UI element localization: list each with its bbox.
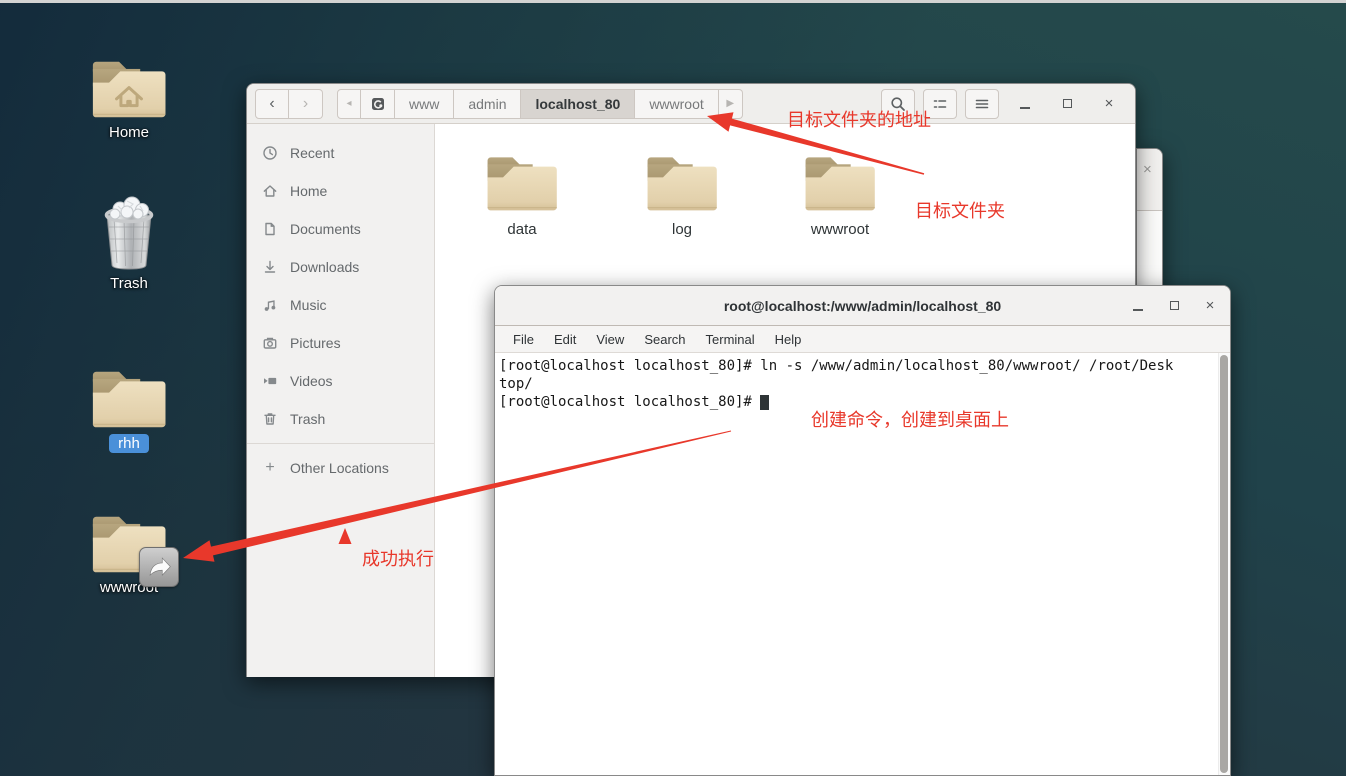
terminal-scrollbar[interactable] [1218, 353, 1230, 775]
folder-symlink-icon [89, 497, 169, 575]
files-window-controls: × [1017, 96, 1117, 112]
folder-icon [802, 150, 878, 213]
close-icon[interactable]: × [1101, 96, 1117, 112]
recent-icon [262, 145, 278, 161]
home-icon [262, 183, 278, 199]
trash-can-icon [262, 411, 278, 427]
terminal-line: [root@localhost localhost_80]# ln -s /ww… [499, 357, 1214, 375]
forward-button[interactable]: › [289, 89, 323, 119]
desktop-icon-wwwroot[interactable]: wwwroot [65, 497, 193, 596]
search-icon [890, 96, 906, 112]
sidebar-item-other-locations[interactable]: + Other Locations [247, 449, 434, 487]
minimize-icon[interactable] [1130, 298, 1146, 314]
breadcrumb-wwwroot[interactable]: wwwroot [635, 89, 718, 119]
document-icon [262, 221, 278, 237]
video-icon [262, 373, 278, 389]
terminal-title: root@localhost:/www/admin/localhost_80 [495, 298, 1230, 314]
hamburger-icon [974, 96, 990, 112]
sidebar-item-pictures[interactable]: Pictures [247, 324, 434, 362]
menu-search[interactable]: Search [634, 329, 695, 350]
menu-terminal[interactable]: Terminal [696, 329, 765, 350]
minimize-icon[interactable] [1017, 96, 1033, 112]
maximize-icon[interactable] [1059, 96, 1075, 112]
terminal-cursor [760, 395, 769, 410]
terminal-menubar: File Edit View Search Terminal Help [495, 326, 1230, 353]
terminal-titlebar[interactable]: root@localhost:/www/admin/localhost_80 × [495, 286, 1230, 326]
folder-icon [644, 150, 720, 213]
desktop-icon-rhh[interactable]: rhh [65, 352, 193, 453]
symlink-emblem-icon [139, 547, 179, 587]
history-nav: ‹ › [255, 89, 323, 119]
folder-item-log[interactable]: log [627, 150, 737, 238]
menu-edit[interactable]: Edit [544, 329, 586, 350]
menu-help[interactable]: Help [765, 329, 812, 350]
back-button[interactable]: ‹ [255, 89, 289, 119]
terminal-prompt-line: [root@localhost localhost_80]# [499, 393, 1214, 411]
filesystem-root-icon[interactable] [361, 89, 395, 119]
sidebar-item-downloads[interactable]: Downloads [247, 248, 434, 286]
screen-top-edge [0, 0, 1346, 3]
sidebar-item-documents[interactable]: Documents [247, 210, 434, 248]
camera-icon [262, 335, 278, 351]
desktop-label-rhh: rhh [109, 434, 149, 453]
breadcrumb-localhost-80[interactable]: localhost_80 [521, 89, 635, 119]
desktop-icon-trash[interactable]: Trash [65, 193, 193, 292]
home-folder-icon [89, 42, 169, 120]
scrollbar-thumb[interactable] [1220, 355, 1228, 773]
breadcrumb-www[interactable]: www [395, 89, 454, 119]
breadcrumb-admin[interactable]: admin [454, 89, 521, 119]
desktop-icon-home[interactable]: Home [65, 42, 193, 141]
folder-item-data[interactable]: data [467, 150, 577, 238]
menu-view[interactable]: View [586, 329, 634, 350]
trash-icon [94, 193, 164, 271]
close-icon[interactable]: × [1143, 161, 1152, 178]
sidebar-item-home[interactable]: Home [247, 172, 434, 210]
menu-file[interactable]: File [503, 329, 544, 350]
download-icon [262, 259, 278, 275]
background-window[interactable]: × [1136, 148, 1163, 295]
terminal-line: top/ [499, 375, 1214, 393]
files-toolbar: ‹ › ◂ www admin localhost_80 wwwroot ▶ [247, 84, 1135, 124]
path-bar: ◂ www admin localhost_80 wwwroot ▶ [337, 89, 743, 119]
crumb-overflow-icon[interactable]: ▶ [719, 89, 743, 119]
files-sidebar: Recent Home Documents Downloads [247, 124, 435, 677]
plus-icon: + [262, 459, 278, 477]
background-window-header: × [1137, 149, 1162, 211]
sidebar-item-videos[interactable]: Videos [247, 362, 434, 400]
folder-icon [89, 352, 169, 430]
terminal-window: root@localhost:/www/admin/localhost_80 ×… [494, 285, 1231, 776]
terminal-window-controls: × [1130, 286, 1218, 325]
sidebar-item-trash[interactable]: Trash [247, 400, 434, 438]
folder-item-wwwroot[interactable]: wwwroot [785, 150, 895, 238]
terminal-output[interactable]: [root@localhost localhost_80]# ln -s /ww… [495, 353, 1230, 775]
list-view-icon [932, 96, 948, 112]
music-icon [262, 297, 278, 313]
view-toggle-button[interactable] [923, 89, 957, 119]
desktop-label-home: Home [109, 124, 149, 141]
crumb-scroll-left-icon[interactable]: ◂ [337, 89, 361, 119]
close-icon[interactable]: × [1202, 298, 1218, 314]
maximize-icon[interactable] [1166, 298, 1182, 314]
sidebar-item-music[interactable]: Music [247, 286, 434, 324]
desktop-label-trash: Trash [110, 275, 148, 292]
sidebar-item-recent[interactable]: Recent [247, 134, 434, 172]
search-button[interactable] [881, 89, 915, 119]
sidebar-separator [247, 443, 434, 444]
app-menu-button[interactable] [965, 89, 999, 119]
folder-icon [484, 150, 560, 213]
